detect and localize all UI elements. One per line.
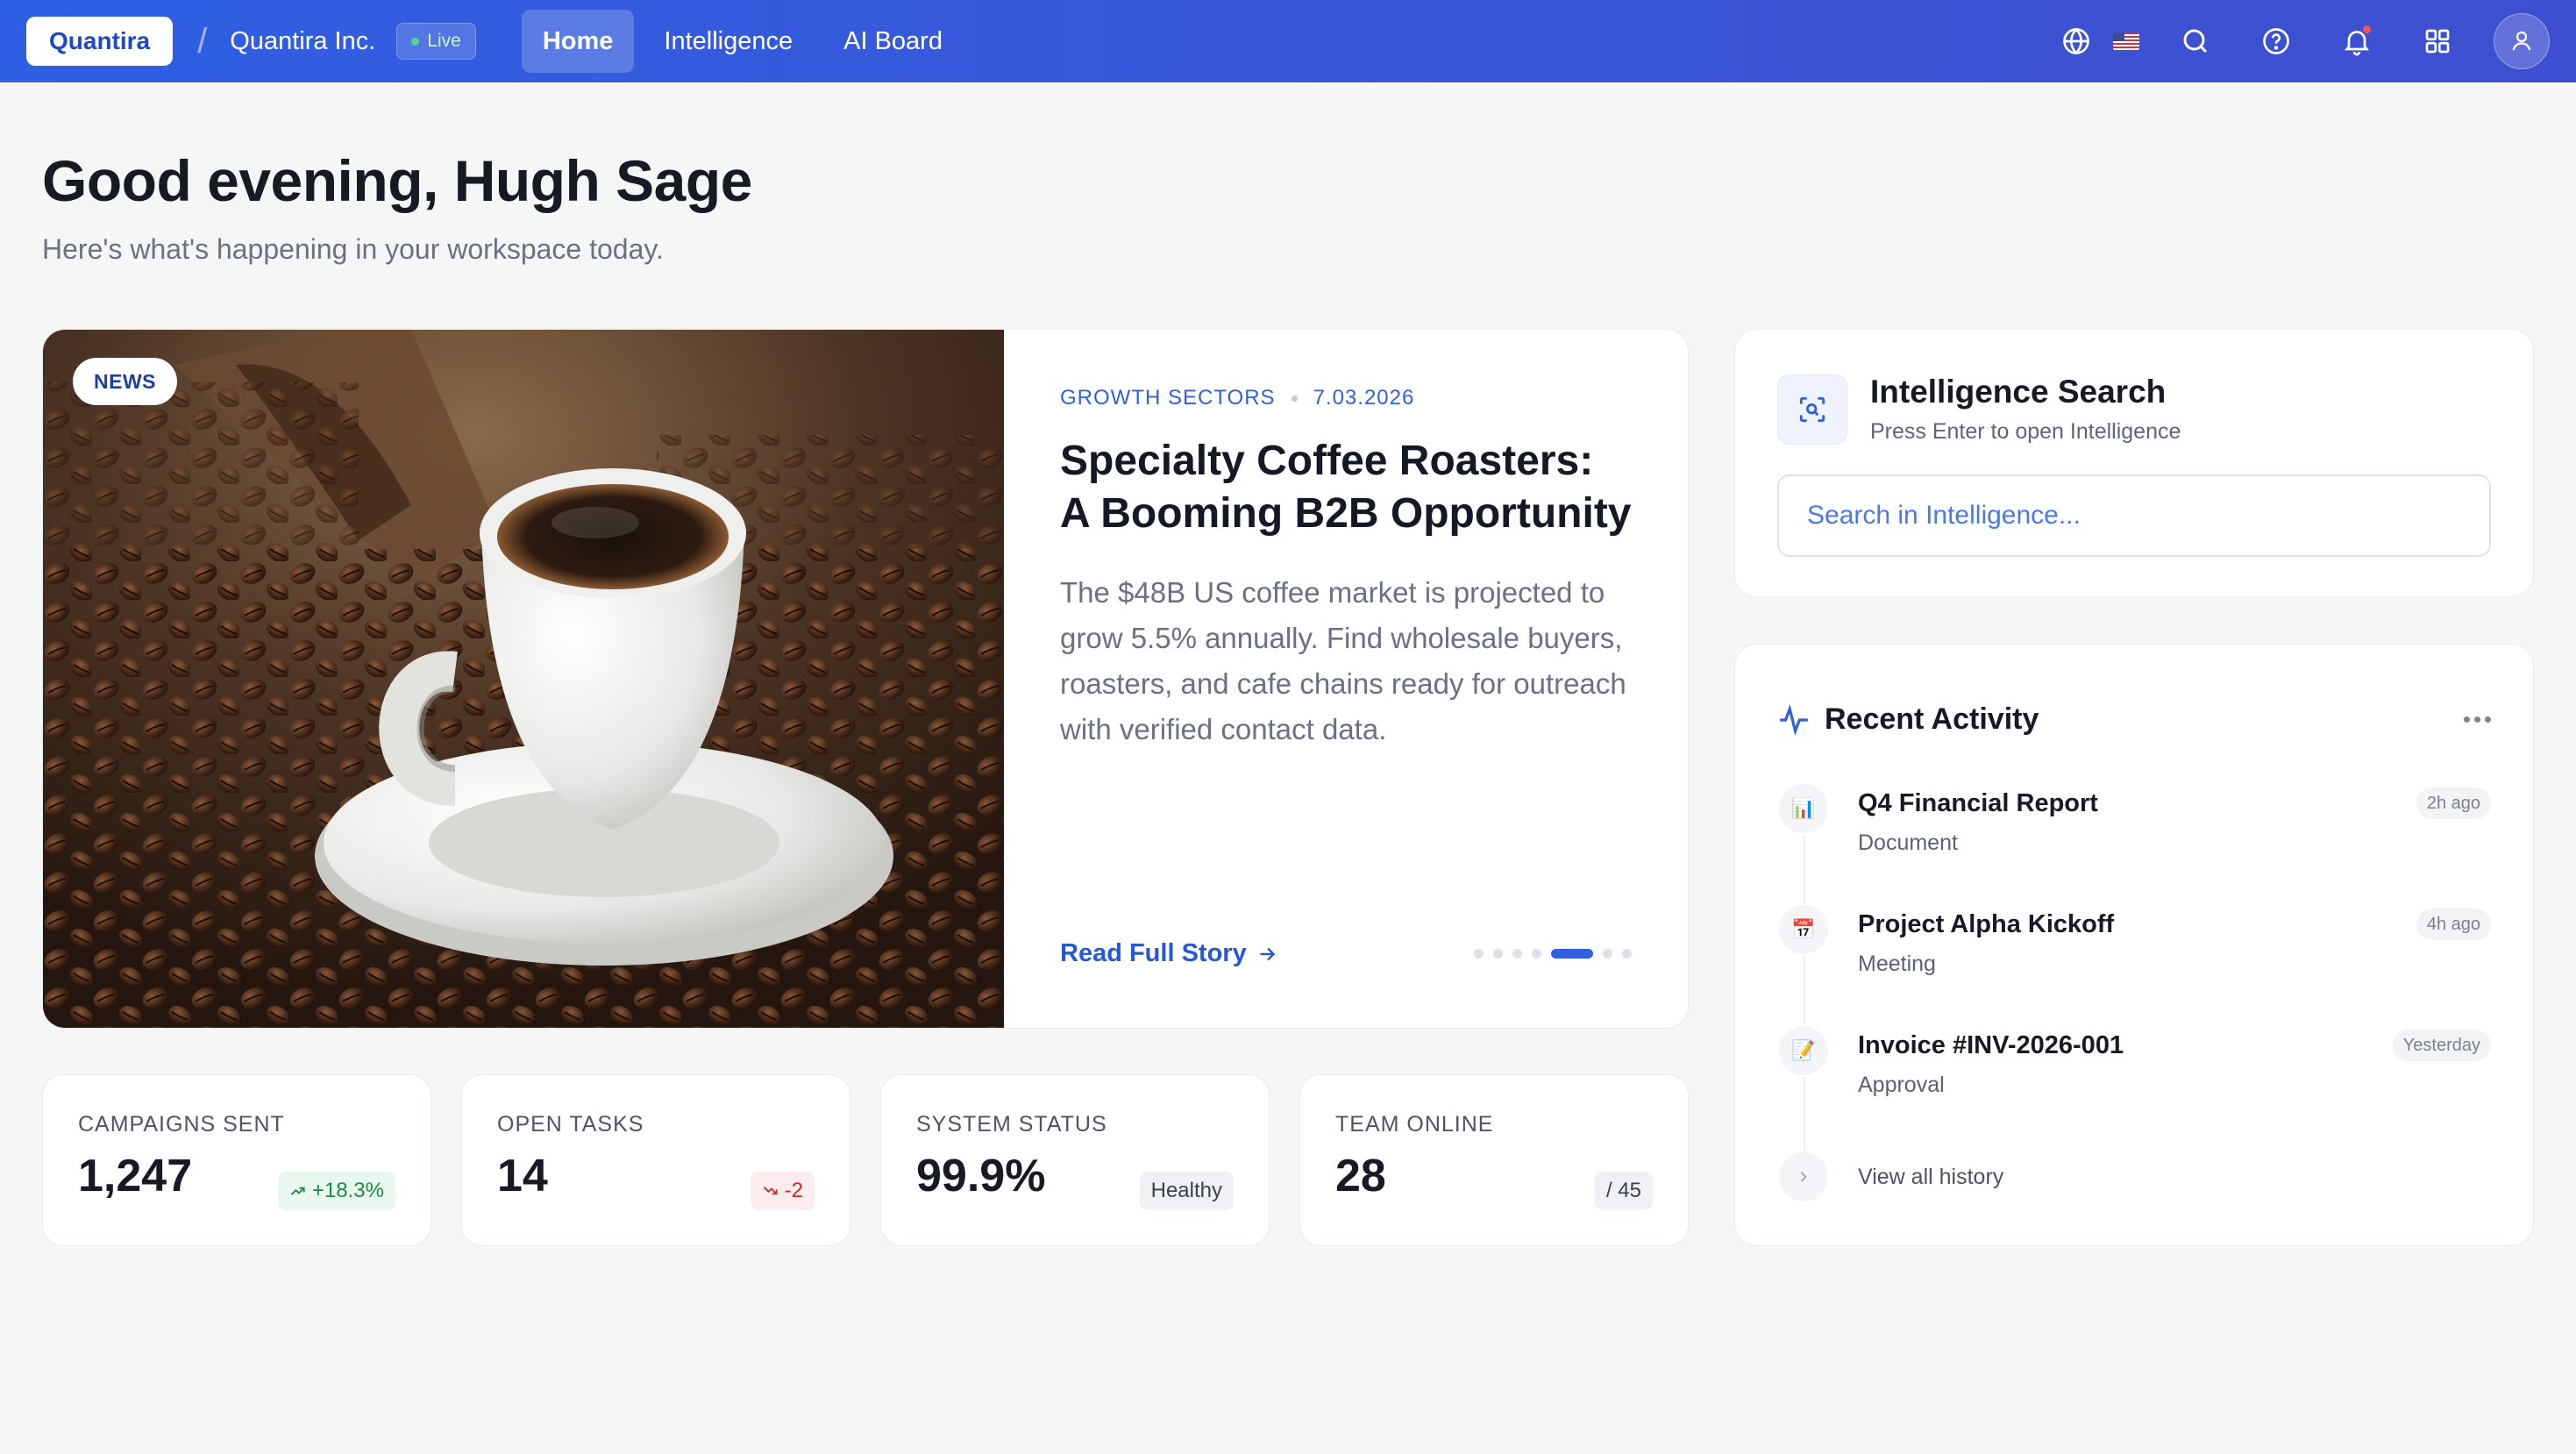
- live-dot-icon: [411, 37, 420, 46]
- search-card-title: Intelligence Search: [1870, 374, 2167, 410]
- page-title: Good evening, Hugh Sage: [42, 148, 752, 213]
- status-label: Live: [427, 31, 461, 51]
- carousel-dot[interactable]: [1603, 949, 1612, 959]
- search-icon[interactable]: [2171, 17, 2220, 66]
- read-full-story-link[interactable]: Read Full Story: [1060, 939, 1278, 968]
- stat-card-campaigns-sent[interactable]: CAMPAIGNS SENT 1,247 +18.3%: [42, 1074, 431, 1246]
- status-badge: Live: [396, 23, 476, 60]
- activity-timeline: 📊 Q4 Financial Report Document 2h ago 📅 …: [1777, 782, 2491, 1203]
- news-description: The $48B US coffee market is projected t…: [1060, 576, 1626, 745]
- more-options-icon[interactable]: [2464, 716, 2491, 723]
- recent-activity-card: Recent Activity 📊 Q4 Financial Report Do…: [1734, 644, 2534, 1246]
- memo-icon: 📝: [1777, 1024, 1830, 1077]
- stat-card-system-status[interactable]: SYSTEM STATUS 99.9% Healthy: [880, 1074, 1270, 1246]
- carousel-dot[interactable]: [1493, 949, 1503, 959]
- stat-card-team-online[interactable]: TEAM ONLINE 28 / 45: [1299, 1074, 1689, 1246]
- activity-pulse-icon: [1780, 703, 1808, 736]
- stat-label: SYSTEM STATUS: [916, 1112, 1107, 1137]
- view-all-history-link[interactable]: View all history: [1777, 1151, 2491, 1203]
- featured-news-card[interactable]: NEWS GROWTH SECTORS 7.03.2026 Specialty …: [42, 329, 1689, 1029]
- carousel-dot-active[interactable]: [1551, 949, 1593, 959]
- news-title[interactable]: Specialty Coffee Roasters: A Booming B2B…: [1060, 435, 1632, 540]
- trend-badge: +18.3%: [277, 1172, 395, 1210]
- user-menu-button[interactable]: [2494, 13, 2550, 69]
- news-content: GROWTH SECTORS 7.03.2026 Specialty Coffe…: [1004, 330, 1688, 1028]
- organization-name[interactable]: Quantira Inc.: [230, 27, 375, 56]
- read-more-label: Read Full Story: [1060, 939, 1247, 967]
- activity-item-title: Invoice #INV-2026-001: [1858, 1031, 2124, 1059]
- tab-intelligence[interactable]: Intelligence: [643, 10, 814, 73]
- carousel-dot[interactable]: [1512, 949, 1522, 959]
- stat-label: CAMPAIGNS SENT: [78, 1112, 285, 1137]
- top-navigation-bar: Quantira / Quantira Inc. Live Home Intel…: [0, 0, 2576, 82]
- activity-item[interactable]: 📅 Project Alpha Kickoff Meeting 4h ago: [1777, 903, 2491, 1024]
- news-tag-badge: NEWS: [73, 358, 177, 405]
- status-badge: Healthy: [1139, 1172, 1234, 1210]
- carousel-dot[interactable]: [1622, 949, 1632, 959]
- us-flag-icon: [2113, 32, 2139, 50]
- apps-grid-icon[interactable]: [2413, 17, 2462, 66]
- stat-card-open-tasks[interactable]: OPEN TASKS 14 -2: [461, 1074, 850, 1246]
- activity-item[interactable]: 📝 Invoice #INV-2026-001 Approval Yesterd…: [1777, 1024, 2491, 1145]
- trend-up-icon: [290, 1187, 305, 1195]
- scan-search-icon: [1777, 374, 1847, 445]
- bell-icon[interactable]: [2332, 17, 2381, 66]
- trend-down-icon: [763, 1187, 778, 1195]
- main-tabs: Home Intelligence AI Board: [521, 10, 964, 73]
- team-total-value: / 45: [1605, 1179, 1641, 1202]
- calendar-icon: 📅: [1777, 903, 1830, 956]
- nav-actions: [2052, 13, 2550, 69]
- activity-item-time: 4h ago: [2416, 909, 2491, 940]
- intelligence-search-input[interactable]: [1777, 474, 2491, 557]
- carousel-dot[interactable]: [1532, 949, 1541, 959]
- news-date: 7.03.2026: [1313, 386, 1415, 410]
- trend-badge-value: -2: [784, 1179, 803, 1202]
- trend-badge-value: +18.3%: [311, 1179, 384, 1202]
- intelligence-search-card: Intelligence Search Press Enter to open …: [1734, 329, 2534, 597]
- news-meta: GROWTH SECTORS 7.03.2026: [1060, 386, 1632, 410]
- brand-logo[interactable]: Quantira: [26, 17, 174, 66]
- tab-ai-board[interactable]: AI Board: [822, 10, 964, 73]
- status-badge-value: Healthy: [1150, 1179, 1222, 1202]
- activity-title: Recent Activity: [1825, 702, 2039, 736]
- arrow-right-icon: [1260, 947, 1275, 960]
- activity-item-type: Approval: [1858, 1073, 1945, 1097]
- news-footer: Read Full Story: [1060, 939, 1632, 968]
- help-icon[interactable]: [2252, 17, 2301, 66]
- tab-home[interactable]: Home: [521, 10, 635, 73]
- carousel-pagination: [1474, 949, 1632, 959]
- notification-dot: [2361, 24, 2373, 35]
- activity-item-time: Yesterday: [2392, 1030, 2491, 1061]
- language-selector[interactable]: [2052, 17, 2139, 66]
- carousel-dot[interactable]: [1474, 949, 1484, 959]
- stat-label: TEAM ONLINE: [1335, 1112, 1494, 1137]
- user-icon: [2512, 31, 2531, 51]
- stat-label: OPEN TASKS: [497, 1112, 644, 1137]
- trend-badge: -2: [750, 1172, 815, 1210]
- activity-item-title: Project Alpha Kickoff: [1858, 910, 2115, 938]
- search-card-subtitle: Press Enter to open Intelligence: [1870, 419, 2181, 444]
- page-subtitle: Here's what's happening in your workspac…: [42, 233, 664, 265]
- search-card-header: Intelligence Search Press Enter to open …: [1777, 374, 2491, 445]
- news-image: NEWS: [43, 330, 1004, 1028]
- chart-icon: 📊: [1777, 782, 1830, 835]
- activity-item-type: Meeting: [1858, 952, 1936, 976]
- news-category: GROWTH SECTORS: [1060, 386, 1276, 410]
- activity-item[interactable]: 📊 Q4 Financial Report Document 2h ago: [1777, 782, 2491, 903]
- globe-icon: [2052, 17, 2101, 66]
- team-total-badge: / 45: [1594, 1172, 1653, 1210]
- activity-item-type: Document: [1858, 830, 1958, 855]
- chevron-right-icon: [1777, 1151, 1830, 1203]
- activity-header: Recent Activity: [1777, 702, 2491, 737]
- meta-separator-dot: [1291, 395, 1298, 402]
- breadcrumb-separator: /: [197, 21, 208, 61]
- view-all-label: View all history: [1858, 1164, 2004, 1189]
- activity-item-time: 2h ago: [2416, 788, 2491, 819]
- activity-item-title: Q4 Financial Report: [1858, 789, 2098, 817]
